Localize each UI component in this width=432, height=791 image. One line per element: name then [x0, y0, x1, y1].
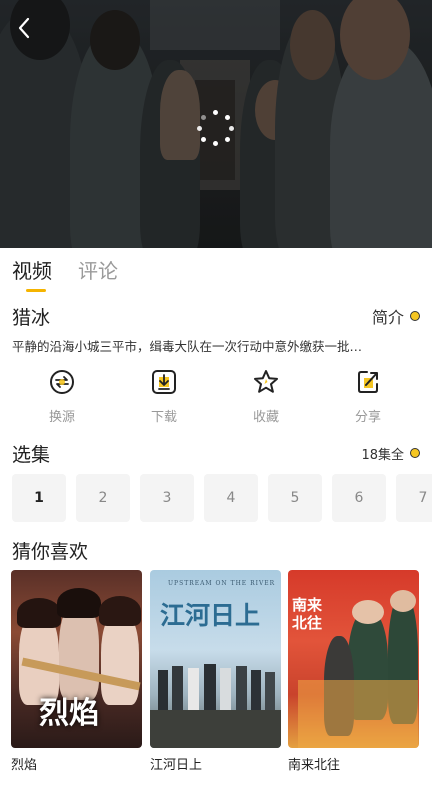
- intro-button[interactable]: 简介: [372, 304, 420, 328]
- star-icon: [254, 370, 278, 393]
- recommendation-card[interactable]: UPSTREAM ON THE RIVER 江河日上 江河日上: [150, 570, 281, 773]
- switch-source-label: 换源: [48, 410, 75, 425]
- episode-button[interactable]: 3: [140, 474, 194, 522]
- chevron-left-icon: [18, 17, 30, 39]
- poster-image: 烈焰: [11, 570, 142, 748]
- share-button[interactable]: 分享: [328, 368, 408, 430]
- episode-button[interactable]: 1: [12, 474, 66, 522]
- episodes-title: 选集: [12, 443, 51, 466]
- recommendations-title: 猜你喜欢: [12, 541, 89, 563]
- recommendation-name: 江河日上: [150, 758, 203, 773]
- poster-title: 烈焰: [39, 696, 99, 731]
- intro-label: 简介: [371, 308, 404, 327]
- download-icon: [152, 370, 176, 394]
- download-label: 下载: [150, 410, 177, 425]
- tab-comments[interactable]: 评论: [78, 256, 118, 296]
- poster-image: UPSTREAM ON THE RIVER 江河日上: [150, 570, 281, 748]
- episode-button[interactable]: 5: [268, 474, 322, 522]
- episode-button[interactable]: 4: [204, 474, 258, 522]
- poster-caption: UPSTREAM ON THE RIVER: [168, 580, 276, 587]
- active-tab-indicator: [26, 289, 46, 292]
- episodes-header: 选集 18集全: [12, 440, 420, 466]
- tab-video-label: 视频: [12, 259, 52, 283]
- episode-list[interactable]: 1 2 3 4 5 6 7: [12, 474, 432, 522]
- chevron-ring-icon: [410, 311, 420, 321]
- chevron-ring-icon: [410, 448, 420, 458]
- poster-image: 南来北往: [288, 570, 419, 748]
- share-label: 分享: [354, 410, 381, 425]
- poster-title: 江河日上: [160, 601, 261, 630]
- switch-source-icon: [50, 370, 74, 394]
- recommendation-name: 南来北往: [288, 758, 341, 773]
- video-player[interactable]: [0, 0, 432, 248]
- episodes-count: 18集全: [361, 447, 404, 463]
- recommendations-list: 烈焰 烈焰 UPSTREAM ON THE RIVER 江河日上 江河日上 南来…: [11, 570, 432, 791]
- show-description: 平静的沿海小城三平市，缉毒大队在一次行动中意外缴获一批…: [12, 339, 363, 354]
- episode-button[interactable]: 7: [396, 474, 432, 522]
- poster-title: 南来北往: [292, 596, 323, 632]
- content-tabs: 视频 评论: [12, 256, 118, 296]
- show-header: 猎冰 简介: [12, 302, 420, 330]
- show-title: 猎冰: [12, 306, 51, 329]
- recommendation-card[interactable]: 南来北往 南来北往: [288, 570, 419, 773]
- download-button[interactable]: 下载: [124, 368, 204, 430]
- episode-button[interactable]: 2: [76, 474, 130, 522]
- tab-video[interactable]: 视频: [12, 256, 52, 296]
- favorite-button[interactable]: 收藏: [226, 368, 306, 430]
- all-episodes-button[interactable]: 18集全: [361, 444, 420, 463]
- tab-comments-label: 评论: [78, 259, 118, 283]
- recommendation-card[interactable]: 烈焰 烈焰: [11, 570, 142, 773]
- switch-source-button[interactable]: 换源: [22, 368, 102, 430]
- action-bar: 换源 下载 收藏 分享: [0, 368, 432, 430]
- recommendation-name: 烈焰: [11, 758, 38, 773]
- share-icon: [358, 371, 378, 393]
- episode-button[interactable]: 6: [332, 474, 386, 522]
- favorite-label: 收藏: [252, 410, 279, 425]
- loading-spinner-icon: [196, 108, 236, 148]
- back-button[interactable]: [10, 14, 38, 42]
